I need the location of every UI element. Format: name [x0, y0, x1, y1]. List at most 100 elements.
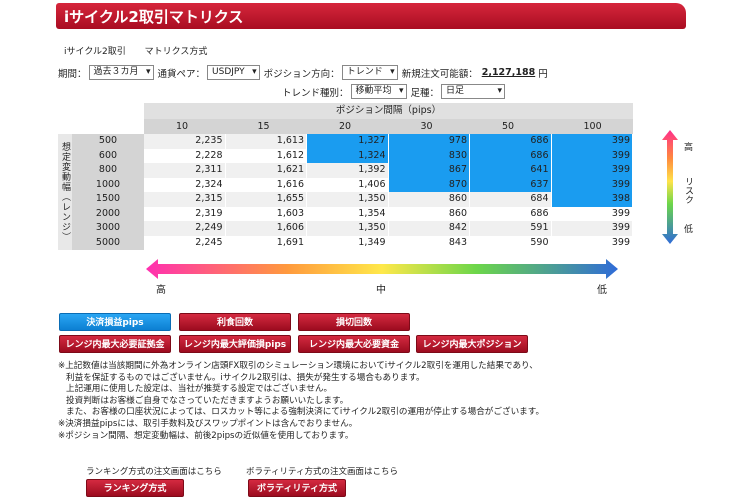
- metric-button-max-margin[interactable]: レンジ内最大必要証拠金: [59, 335, 171, 353]
- matrix-cell[interactable]: 1,327: [307, 134, 389, 149]
- matrix-column-label: 10: [176, 121, 189, 132]
- trend-select[interactable]: 移動平均: [350, 84, 407, 99]
- matrix-table: ポジション間隔（pips） 10 15 20 30 50 100 想定変動幅（レンジ） 5…: [58, 103, 633, 250]
- matrix-cell[interactable]: 978: [388, 134, 470, 149]
- matrix-cell[interactable]: 1,691: [225, 235, 307, 250]
- matrix-cell[interactable]: 399: [551, 177, 633, 192]
- matrix-cell[interactable]: 2,245: [144, 235, 226, 250]
- matrix-cell[interactable]: 1,350: [307, 192, 389, 207]
- matrix-cell[interactable]: 399: [551, 235, 633, 250]
- matrix-cell[interactable]: 830: [388, 148, 470, 163]
- matrix-cell[interactable]: 2,319: [144, 206, 226, 221]
- metric-button-max-drawdown[interactable]: レンジ内最大評価損pips: [179, 335, 291, 353]
- matrix-column-label: 50: [502, 121, 515, 132]
- matrix-cell[interactable]: 1,392: [307, 163, 389, 178]
- table-row: 1500 2,315 1,655 1,350 860 684 398: [72, 192, 633, 207]
- table-row: 500 2,235 1,613 1,327 978 686 399: [72, 134, 633, 149]
- matrix-cell[interactable]: 686: [470, 206, 552, 221]
- matrix-cell[interactable]: 398: [551, 192, 633, 207]
- matrix-cell[interactable]: 686: [470, 148, 552, 163]
- matrix-row-axis-label: 想定変動幅（レンジ）: [58, 134, 72, 250]
- period-label: 期間：: [58, 68, 87, 80]
- matrix-cell[interactable]: 399: [551, 221, 633, 236]
- matrix-cell[interactable]: 2,311: [144, 163, 226, 178]
- matrix-rows: 500 2,235 1,613 1,327 978 686 399 600 2,228 1,612…: [72, 134, 633, 250]
- bar-label: 足種：: [410, 87, 440, 99]
- matrix-cell[interactable]: 684: [470, 192, 552, 207]
- scale-low-label: 低: [597, 285, 607, 296]
- row-label: 800: [72, 163, 144, 178]
- risk-label: リスク: [683, 177, 693, 204]
- matrix-cell[interactable]: 1,324: [307, 148, 389, 163]
- matrix-cell[interactable]: 2,235: [144, 134, 226, 149]
- row-label: 1000: [72, 177, 144, 192]
- table-row: 5000 2,245 1,691 1,349 843 590 399: [72, 235, 633, 250]
- margin-unit: 円: [538, 68, 548, 80]
- scale-mid-label: 中: [376, 285, 386, 296]
- table-row: 3000 2,249 1,606 1,350 842 591 399: [72, 221, 633, 236]
- matrix-cell[interactable]: 399: [551, 206, 633, 221]
- matrix-cell[interactable]: 641: [470, 163, 552, 178]
- matrix-cell[interactable]: 637: [470, 177, 552, 192]
- volatility-method-button[interactable]: ボラティリティ方式: [248, 479, 346, 497]
- matrix-cell[interactable]: 843: [388, 235, 470, 250]
- tab-matrix[interactable]: マトリクス方式: [145, 47, 208, 57]
- matrix-cell[interactable]: 1,616: [225, 177, 307, 192]
- matrix-cell[interactable]: 1,350: [307, 221, 389, 236]
- margin-label: 新規注文可能額：: [401, 68, 478, 80]
- page-title: iサイクル2取引マトリクス: [64, 8, 244, 26]
- matrix-cell[interactable]: 1,606: [225, 221, 307, 236]
- matrix-cell[interactable]: 591: [470, 221, 552, 236]
- risk-high-label: 高: [684, 143, 694, 153]
- matrix-cell[interactable]: 1,354: [307, 206, 389, 221]
- note-line: 投資判断はお客様ご自身でなさっていただきますようお願いいたします。: [66, 395, 349, 406]
- metric-button-pips[interactable]: 決済損益pips: [59, 313, 171, 331]
- bar-select[interactable]: 日足: [441, 84, 506, 99]
- matrix-cell[interactable]: 2,315: [144, 192, 226, 207]
- note-line: ※決済損益pipsには、取引手数料及びスワップポイントは含んでおりません。: [58, 418, 358, 429]
- matrix-cell[interactable]: 1,612: [225, 148, 307, 163]
- direction-select[interactable]: トレンド: [341, 65, 398, 80]
- matrix-cell[interactable]: 1,621: [225, 163, 307, 178]
- period-select[interactable]: 過去３カ月: [88, 65, 154, 80]
- metric-button-profit-count[interactable]: 利食回数: [179, 313, 291, 331]
- risk-gradient-arrow: [662, 130, 678, 244]
- matrix-cell[interactable]: 860: [388, 192, 470, 207]
- matrix-cell[interactable]: 1,349: [307, 235, 389, 250]
- matrix-cell[interactable]: 842: [388, 221, 470, 236]
- ranking-method-button[interactable]: ランキング方式: [86, 479, 184, 497]
- tab-icycle2[interactable]: iサイクル2取引: [64, 47, 126, 57]
- matrix-cell[interactable]: 2,324: [144, 177, 226, 192]
- scale-gradient-arrow: [146, 259, 618, 279]
- matrix-column-label: 20: [339, 121, 352, 132]
- metric-button-max-position[interactable]: レンジ内最大ポジション: [416, 335, 528, 353]
- matrix-cell[interactable]: 1,406: [307, 177, 389, 192]
- metric-button-loss-count[interactable]: 損切回数: [298, 313, 410, 331]
- matrix-cell[interactable]: 2,249: [144, 221, 226, 236]
- risk-low-label: 低: [684, 225, 694, 235]
- note-line: 利益を保証するものではございません。iサイクル2取引は、損失が発生する場合もあり…: [66, 372, 425, 383]
- note-line: ※ポジション間隔、想定変動幅は、前後2pipsの近似値を使用しております。: [58, 430, 354, 441]
- row-label: 1500: [72, 192, 144, 207]
- matrix-cell[interactable]: 1,603: [225, 206, 307, 221]
- trend-label: トレンド種別：: [282, 87, 349, 99]
- filter-row-1: 期間： 過去３カ月 通貨ペア： USDJPY ポジション方向： トレンド 新規注…: [58, 65, 548, 80]
- row-label: 3000: [72, 221, 144, 236]
- matrix-column-label: 15: [257, 121, 270, 132]
- metric-button-max-funds[interactable]: レンジ内最大必要資金: [298, 335, 410, 353]
- matrix-cell[interactable]: 399: [551, 134, 633, 149]
- filter-row-2: トレンド種別： 移動平均 足種： 日足: [282, 84, 509, 99]
- matrix-cell[interactable]: 867: [388, 163, 470, 178]
- table-row: 800 2,311 1,621 1,392 867 641 399: [72, 163, 633, 178]
- matrix-cell[interactable]: 870: [388, 177, 470, 192]
- matrix-cell[interactable]: 399: [551, 163, 633, 178]
- matrix-cell[interactable]: 1,613: [225, 134, 307, 149]
- matrix-cell[interactable]: 1,655: [225, 192, 307, 207]
- table-row: 600 2,228 1,612 1,324 830 686 399: [72, 148, 633, 163]
- matrix-cell[interactable]: 860: [388, 206, 470, 221]
- matrix-cell[interactable]: 2,228: [144, 148, 226, 163]
- matrix-cell[interactable]: 686: [470, 134, 552, 149]
- matrix-cell[interactable]: 399: [551, 148, 633, 163]
- pair-select[interactable]: USDJPY: [207, 65, 260, 80]
- matrix-cell[interactable]: 590: [470, 235, 552, 250]
